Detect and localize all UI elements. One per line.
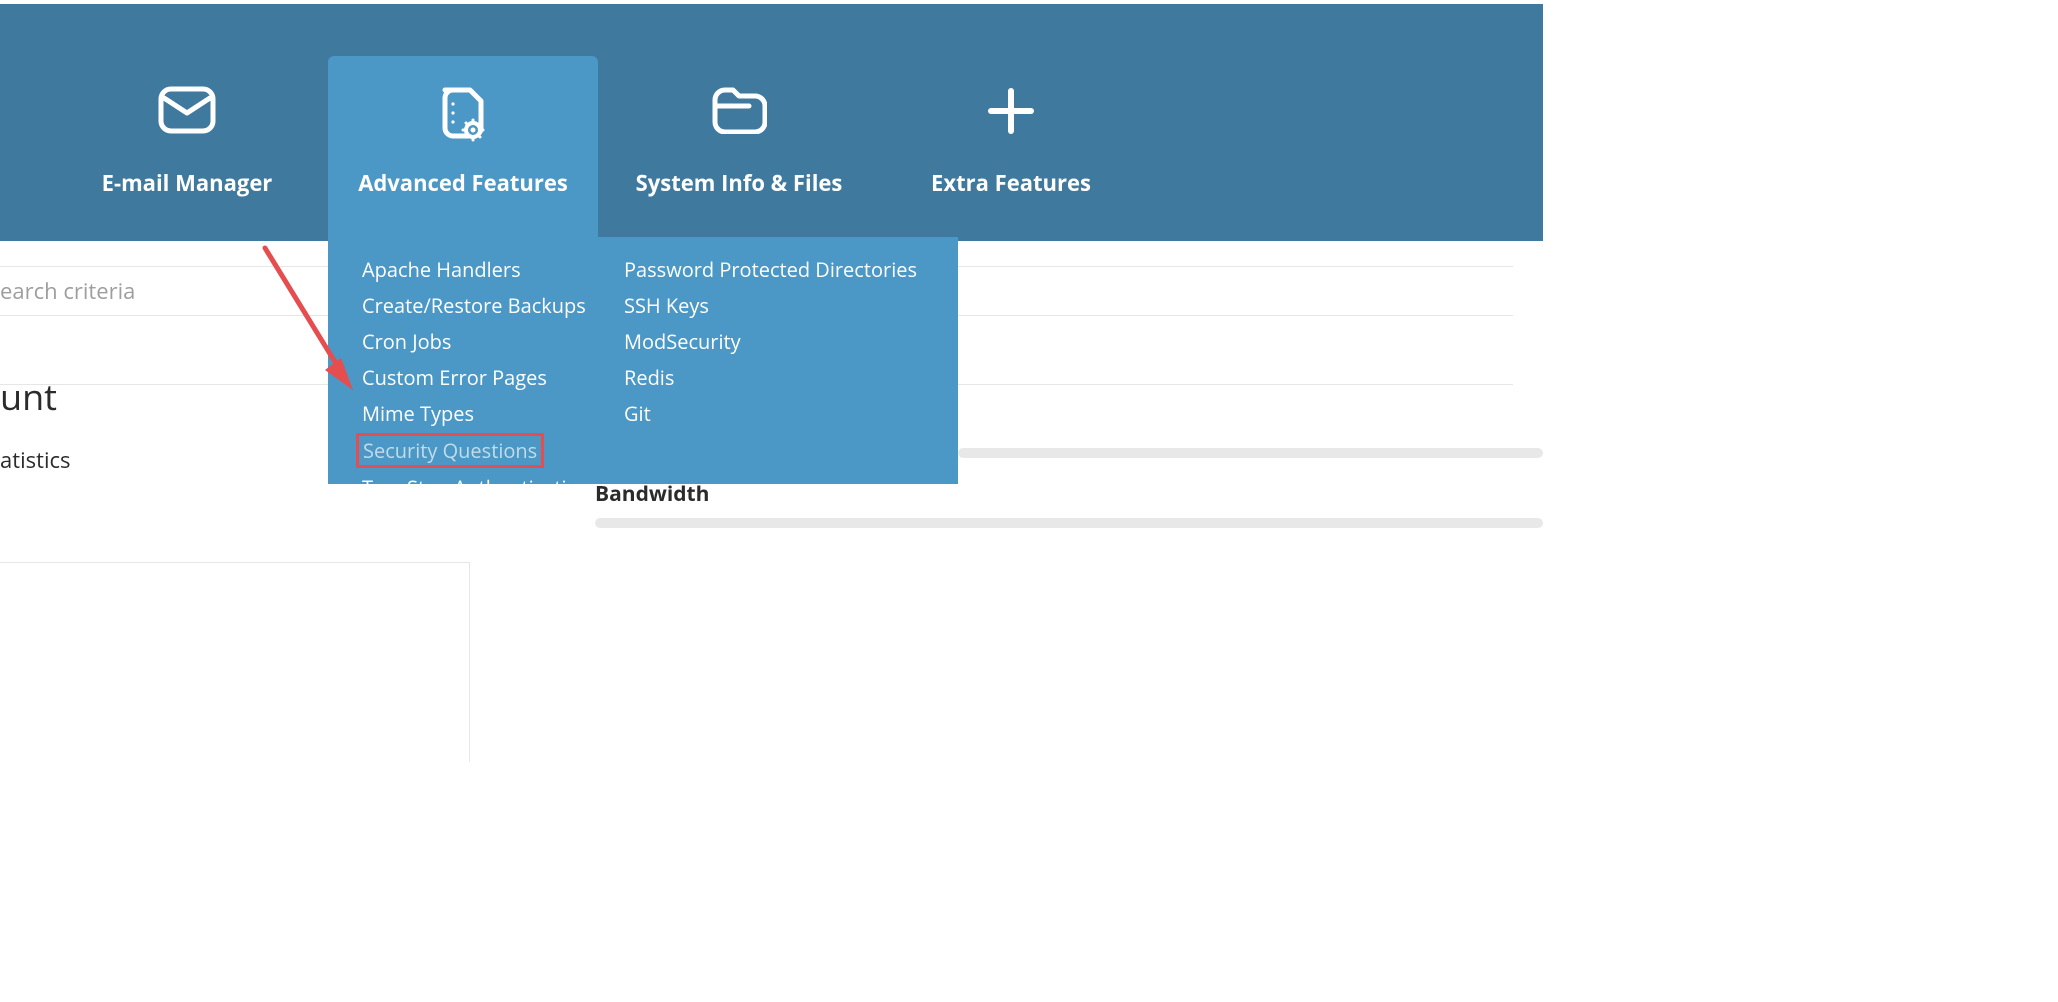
- nav-label: Advanced Features: [328, 168, 598, 198]
- menu-item-ssh-keys[interactable]: SSH Keys: [618, 289, 928, 322]
- menu-item-mime-types[interactable]: Mime Types: [356, 397, 618, 430]
- menu-item-security-questions[interactable]: Security Questions: [356, 433, 544, 468]
- menu-item-redis[interactable]: Redis: [618, 361, 928, 394]
- progress-bar-1: [958, 448, 1543, 458]
- nav-item-system-info-files[interactable]: System Info & Files: [604, 56, 874, 198]
- nav-label: E-mail Manager: [52, 168, 322, 198]
- nav-label: Extra Features: [876, 168, 1146, 198]
- top-navbar: E-mail Manager: [0, 4, 1543, 241]
- page-title-fragment: unt: [0, 372, 57, 421]
- advanced-features-dropdown: Apache Handlers Create/Restore Backups C…: [328, 237, 958, 484]
- nav-item-email-manager[interactable]: E-mail Manager: [52, 56, 322, 198]
- menu-item-apache-handlers[interactable]: Apache Handlers: [356, 253, 618, 286]
- search-input[interactable]: earch criteria: [0, 276, 135, 306]
- plus-icon: [876, 56, 1146, 146]
- menu-item-cron-jobs[interactable]: Cron Jobs: [356, 325, 618, 358]
- dropdown-column-2: Password Protected Directories SSH Keys …: [618, 253, 928, 462]
- menu-item-create-restore-backups[interactable]: Create/Restore Backups: [356, 289, 618, 322]
- document-gear-icon: [328, 56, 598, 146]
- mail-icon: [52, 56, 322, 146]
- folder-icon: [604, 56, 874, 146]
- menu-item-two-step-authentication[interactable]: Two-Step Authentication: [356, 471, 618, 504]
- nav-item-extra-features[interactable]: Extra Features: [876, 56, 1146, 198]
- nav-label: System Info & Files: [604, 168, 874, 198]
- menu-item-git[interactable]: Git: [618, 397, 928, 430]
- nav-item-advanced-features[interactable]: Advanced Features: [328, 56, 598, 241]
- menu-item-custom-error-pages[interactable]: Custom Error Pages: [356, 361, 618, 394]
- menu-item-password-protected-directories[interactable]: Password Protected Directories: [618, 253, 928, 286]
- menu-item-modsecurity[interactable]: ModSecurity: [618, 325, 928, 358]
- page-subheading-fragment: atistics: [0, 445, 71, 475]
- bandwidth-progress-bar: [595, 518, 1543, 528]
- bottom-panel: [0, 562, 470, 762]
- dropdown-column-1: Apache Handlers Create/Restore Backups C…: [328, 253, 618, 462]
